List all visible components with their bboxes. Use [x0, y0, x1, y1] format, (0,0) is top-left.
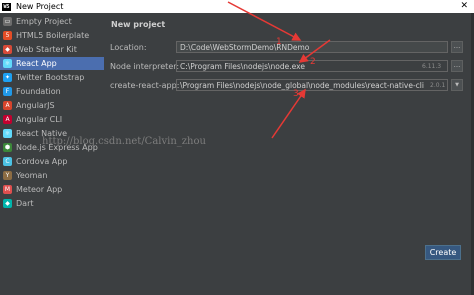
sidebar-item-label: Twitter Bootstrap	[16, 73, 85, 82]
sidebar-item-empty-project[interactable]: ▭ Empty Project	[0, 15, 104, 28]
close-icon[interactable]: ✕	[460, 0, 468, 13]
sidebar-item-react-app[interactable]: ⚛ React App	[0, 57, 104, 70]
sidebar-item-cordova-app[interactable]: C Cordova App	[0, 155, 104, 168]
node-interpreter-browse-button[interactable]: ...	[451, 60, 463, 72]
location-browse-button[interactable]: ...	[451, 41, 463, 53]
twitter-icon: ✦	[3, 73, 12, 82]
panel-heading: New project	[111, 20, 166, 29]
angularjs-icon: A	[3, 101, 12, 110]
sidebar-item-label: React App	[16, 59, 57, 68]
dart-icon: ◆	[3, 199, 12, 208]
create-react-app-dropdown-icon[interactable]: ▼	[451, 79, 463, 91]
window-title: New Project	[16, 2, 64, 11]
node-interpreter-field[interactable]: C:\Program Files\nodejs\node.exe	[176, 60, 448, 72]
sidebar-item-angularjs[interactable]: A AngularJS	[0, 99, 104, 112]
cordova-icon: C	[3, 157, 12, 166]
sidebar-item-label: Foundation	[16, 87, 61, 96]
yeoman-icon: Y	[3, 171, 12, 180]
title-bar: WS New Project ✕	[0, 0, 474, 13]
create-react-app-field[interactable]: \Program Files\nodejs\node_global\node_m…	[176, 79, 448, 91]
node-interpreter-label: Node interpreter:	[110, 62, 180, 71]
sidebar-item-web-starter-kit[interactable]: ◆ Web Starter Kit	[0, 43, 104, 56]
sidebar-item-yeoman[interactable]: Y Yeoman	[0, 169, 104, 182]
watermark-text: http://blog.csdn.net/Calvin_zhou	[42, 136, 206, 147]
create-react-app-label: create-react-app:	[110, 81, 180, 90]
location-label: Location:	[110, 43, 147, 52]
sidebar-item-label: Empty Project	[16, 17, 72, 26]
create-button[interactable]: Create	[425, 245, 461, 260]
nodejs-icon: ⬢	[3, 143, 12, 152]
create-react-app-version-label: 2.0.1	[430, 82, 446, 89]
project-type-sidebar: ▭ Empty Project 5 HTML5 Boilerplate ◆ Web Sta…	[0, 13, 105, 295]
sidebar-item-label: Angular CLI	[16, 115, 63, 124]
sidebar-item-twitter-bootstrap[interactable]: ✦ Twitter Bootstrap	[0, 71, 104, 84]
sidebar-item-foundation[interactable]: F Foundation	[0, 85, 104, 98]
node-version-label: 6.11.3	[422, 63, 442, 70]
sidebar-item-meteor-app[interactable]: M Meteor App	[0, 183, 104, 196]
sidebar-item-angular-cli[interactable]: A Angular CLI	[0, 113, 104, 126]
project-settings-panel: New project Location: D:\Code\WebStormDe…	[104, 13, 474, 295]
angular-cli-icon: A	[3, 115, 12, 124]
meteor-icon: M	[3, 185, 12, 194]
sidebar-item-label: Yeoman	[16, 171, 48, 180]
sidebar-item-dart[interactable]: ◆ Dart	[0, 197, 104, 210]
starter-kit-icon: ◆	[3, 45, 12, 54]
webstorm-app-icon: WS	[2, 2, 11, 11]
sidebar-item-html5-boilerplate[interactable]: 5 HTML5 Boilerplate	[0, 29, 104, 42]
foundation-icon: F	[3, 87, 12, 96]
sidebar-item-label: Dart	[16, 199, 34, 208]
sidebar-item-label: AngularJS	[16, 101, 55, 110]
node-interpreter-value: C:\Program Files\nodejs\node.exe	[180, 62, 305, 71]
react-icon: ⚛	[3, 59, 12, 68]
html5-icon: 5	[3, 31, 12, 40]
folder-icon: ▭	[3, 17, 12, 26]
sidebar-item-label: Web Starter Kit	[16, 45, 77, 54]
sidebar-item-label: Cordova App	[16, 157, 68, 166]
sidebar-item-label: Meteor App	[16, 185, 63, 194]
create-react-app-value: \Program Files\nodejs\node_global\node_m…	[180, 81, 424, 90]
react-native-icon: ⚛	[3, 129, 12, 138]
location-field[interactable]: D:\Code\WebStormDemo\RNDemo	[176, 41, 448, 53]
sidebar-item-label: HTML5 Boilerplate	[16, 31, 90, 40]
